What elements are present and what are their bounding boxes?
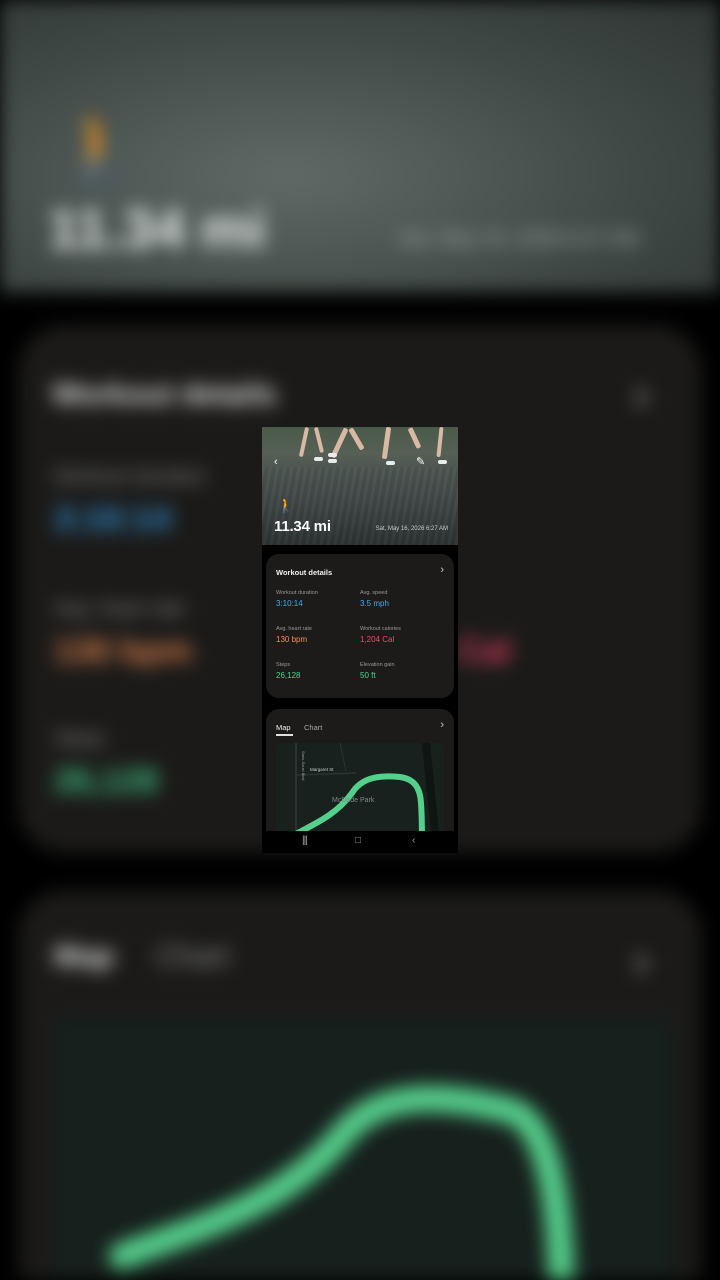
metric-elevation-gain: Elevation gain 50 ft: [360, 662, 395, 680]
bg-label: Avg. heart rate: [54, 598, 185, 620]
bg-chevron-right-icon: ›: [634, 370, 649, 419]
park-label: McDade Park: [332, 797, 375, 804]
route-map[interactable]: Sans-Souci Blvd Margaret St McDade Park: [276, 743, 444, 843]
card-title: Workout details: [276, 568, 333, 577]
metric-avg-speed: Avg. speed 3.5 mph: [360, 590, 389, 608]
chevron-right-icon[interactable]: ›: [440, 719, 444, 731]
bg-details-title: Workout details: [52, 378, 277, 411]
workout-details-card[interactable]: Workout details › Workout duration 3:10:…: [266, 554, 454, 698]
bg-value-partial: Cal: [458, 632, 511, 670]
home-icon[interactable]: □: [355, 836, 361, 846]
bg-value: 130 bpm: [54, 632, 192, 670]
runner-leg: [381, 427, 392, 460]
distance-value: 11.34 mi: [274, 518, 331, 535]
metric-workout-duration: Workout duration 3:10:14: [276, 590, 318, 608]
hero-photo: ‹ ✎ 🚶 11.34 mi Sat, May 16, 2026 6:27 AM: [262, 427, 458, 545]
bg-label: Steps: [54, 728, 106, 750]
tab-indicator: [276, 734, 293, 736]
runner-leg: [348, 427, 365, 451]
system-nav-bar: ||| □ ‹: [262, 831, 458, 853]
bg-tab-map: Map: [54, 940, 114, 973]
metric-steps: Steps 26,128: [276, 662, 300, 680]
metric-value: 26,128: [276, 671, 301, 680]
bg-distance: 11.34 mi: [48, 197, 266, 260]
bg-datetime: Sat, May 16, 2026 6:27 AM: [398, 228, 640, 250]
bg-label: Workout duration: [54, 466, 206, 488]
shoe: [328, 453, 337, 457]
tab-map[interactable]: Map: [276, 723, 291, 732]
back-icon[interactable]: ‹: [274, 457, 278, 468]
metric-label: Workout calories: [360, 626, 401, 632]
metric-label: Avg. speed: [360, 590, 388, 596]
bg-walk-icon: 🚶: [58, 111, 138, 183]
back-nav-icon[interactable]: ‹: [412, 836, 415, 846]
metric-value: 3:10:14: [276, 599, 303, 608]
metric-workout-calories: Workout calories 1,204 Cal: [360, 626, 401, 644]
bg-value: 26,128: [54, 762, 158, 800]
phone-screen: ‹ ✎ 🚶 11.34 mi Sat, May 16, 2026 6:27 AM…: [262, 427, 458, 853]
metric-label: Elevation gain: [360, 662, 395, 668]
shoe: [438, 460, 447, 464]
metric-avg-heart-rate: Avg. heart rate 130 bpm: [276, 626, 312, 644]
walk-icon: 🚶: [277, 497, 295, 513]
metric-label: Avg. heart rate: [276, 626, 312, 632]
street-label: Sans-Souci Blvd: [301, 751, 306, 781]
runner-leg: [298, 427, 310, 458]
runner-leg: [436, 427, 444, 458]
runner-leg: [313, 427, 325, 454]
bg-map: [52, 1016, 672, 1280]
bg-chevron-right-icon: ›: [634, 936, 649, 985]
tab-chart[interactable]: Chart: [304, 723, 322, 732]
metric-value: 50 ft: [360, 671, 376, 680]
metric-label: Steps: [276, 662, 291, 668]
metric-label: Workout duration: [276, 590, 318, 596]
workout-datetime: Sat, May 16, 2026 6:27 AM: [375, 526, 448, 532]
runner-leg: [407, 427, 422, 450]
metric-value: 3.5 mph: [360, 599, 389, 608]
shoe: [328, 459, 337, 463]
shoe: [386, 461, 395, 465]
metric-value: 1,204 Cal: [360, 635, 395, 644]
bg-value: 3:10:14: [54, 500, 172, 538]
chevron-right-icon[interactable]: ›: [440, 564, 444, 576]
shoe: [314, 457, 323, 461]
metric-value: 130 bpm: [276, 635, 308, 644]
recent-apps-icon[interactable]: |||: [302, 836, 308, 846]
bg-tab-chart: Chart: [156, 940, 230, 973]
street-label: Margaret St: [310, 767, 334, 772]
edit-icon[interactable]: ✎: [416, 457, 425, 468]
